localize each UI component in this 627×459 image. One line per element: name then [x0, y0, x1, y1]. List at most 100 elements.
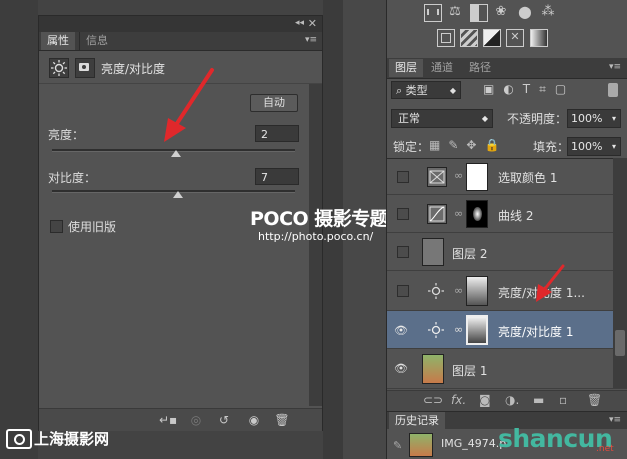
- trash-icon[interactable]: 🗑: [587, 393, 602, 407]
- legacy-checkbox[interactable]: [50, 220, 63, 233]
- layer-mask-thumbnail[interactable]: [466, 315, 488, 345]
- properties-scrollbar[interactable]: [309, 84, 322, 406]
- tab-layers[interactable]: 图层: [389, 59, 423, 77]
- posterize-icon[interactable]: [460, 29, 478, 47]
- mask-icon[interactable]: [75, 58, 95, 78]
- gradient-map-icon[interactable]: [530, 29, 548, 47]
- filter-kind-value: 类型: [405, 84, 428, 97]
- layers-footer: ⊂⊃ fx. ◙ ◑. ▬ ▫ 🗑: [387, 390, 627, 411]
- scrollbar-thumb[interactable]: [615, 330, 625, 356]
- invert-icon[interactable]: [437, 29, 455, 47]
- layers-menu-icon[interactable]: ▾≡: [609, 62, 621, 72]
- reset-icon[interactable]: ↺: [215, 412, 233, 428]
- tab-properties[interactable]: 属性: [41, 32, 75, 50]
- layer-name[interactable]: 亮度/对比度 1: [498, 323, 574, 340]
- channel-mixer-icon[interactable]: ⁂: [540, 4, 556, 20]
- color-balance-icon[interactable]: ❀: [493, 4, 509, 20]
- layers-tab-row: 图层 通道 路径 ▾≡: [387, 58, 627, 79]
- exposure-icon[interactable]: [470, 4, 488, 22]
- poco-url: http://photo.poco.cn/: [258, 230, 374, 243]
- opacity-input[interactable]: 100% ▾: [567, 109, 621, 128]
- delete-icon[interactable]: 🗑: [273, 412, 291, 428]
- tab-history[interactable]: 历史记录: [389, 412, 445, 430]
- chevron-down-icon: ▾: [611, 142, 616, 151]
- blend-mode-select[interactable]: 正常 ◆: [391, 109, 493, 128]
- layer-mask-thumbnail[interactable]: [466, 200, 488, 228]
- camera-logo-icon: [6, 429, 32, 449]
- layer-name[interactable]: 图层 1: [452, 362, 487, 379]
- opacity-label: 不透明度：: [507, 112, 568, 126]
- poco-watermark: POCO 摄影专题: [250, 208, 389, 230]
- layer-name[interactable]: 曲线 2: [498, 207, 533, 224]
- link-icon[interactable]: ∞: [454, 207, 463, 220]
- brightness-icon: [49, 58, 69, 78]
- brightness-input[interactable]: 2: [255, 125, 299, 142]
- visibility-icon[interactable]: ◉: [245, 412, 263, 428]
- tab-info[interactable]: 信息: [79, 32, 114, 50]
- add-mask-icon[interactable]: ◙: [479, 393, 491, 407]
- selective-color-icon: [427, 167, 447, 187]
- layer-thumbnail[interactable]: [422, 354, 444, 384]
- contrast-slider-thumb[interactable]: [173, 191, 184, 198]
- layer-row[interactable]: ∞ 选取颜色 1: [387, 159, 627, 195]
- close-icon[interactable]: ✕: [308, 17, 317, 30]
- link-icon[interactable]: ∞: [454, 323, 463, 336]
- history-item[interactable]: IMG_4974.p: [441, 437, 506, 450]
- tab-paths[interactable]: 路径: [463, 59, 497, 77]
- layer-thumbnail[interactable]: [422, 238, 444, 266]
- panel-menu-icon[interactable]: ▾≡: [305, 35, 317, 45]
- layer-name[interactable]: 图层 2: [452, 245, 487, 262]
- eye-icon[interactable]: 👁: [394, 362, 408, 375]
- layers-scrollbar[interactable]: [613, 158, 627, 388]
- layer-row[interactable]: ∞ 曲线 2: [387, 195, 627, 233]
- layer-filter-icons[interactable]: ▣◐T⌗▢: [483, 82, 575, 97]
- opacity-value: 100%: [571, 112, 603, 125]
- link-icon[interactable]: ∞: [454, 284, 463, 297]
- layer-mask-thumbnail[interactable]: [466, 163, 488, 191]
- layer-mask-thumbnail[interactable]: [466, 276, 488, 306]
- history-snapshot-thumbnail[interactable]: [409, 433, 433, 457]
- link-icon[interactable]: ∞: [454, 169, 463, 182]
- fx-icon[interactable]: fx.: [451, 393, 466, 407]
- brightness-label: 亮度：: [48, 128, 85, 142]
- blend-mode-value: 正常: [398, 112, 420, 125]
- clip-to-layer-icon[interactable]: ↵▪: [159, 412, 177, 428]
- workspace-left-edge: [0, 0, 38, 459]
- layer-row[interactable]: 图层 2: [387, 233, 627, 271]
- adjustment-title: 亮度/对比度: [101, 62, 166, 76]
- layer-row[interactable]: 👁 图层 1: [387, 349, 627, 389]
- group-icon[interactable]: ▬: [533, 393, 544, 407]
- photo-filter-icon[interactable]: ⬤: [517, 4, 533, 20]
- search-icon: ⌕: [396, 84, 406, 97]
- levels-icon[interactable]: [424, 4, 442, 22]
- layer-filter-select[interactable]: ⌕ 类型 ◆: [391, 81, 461, 99]
- layer-row-selected[interactable]: 👁 ∞ 亮度/对比度 1: [387, 311, 627, 349]
- curves-icon: [427, 204, 447, 224]
- contrast-input[interactable]: 7: [255, 168, 299, 185]
- visibility-toggle[interactable]: [397, 208, 409, 220]
- tab-channels[interactable]: 通道: [425, 59, 459, 77]
- fill-value: 100%: [571, 140, 603, 153]
- layer-row[interactable]: ∞ 亮度/对比度 1...: [387, 271, 627, 311]
- link-layers-icon[interactable]: ⊂⊃: [423, 393, 443, 407]
- visibility-toggle[interactable]: [397, 285, 409, 297]
- filter-toggle-icon[interactable]: [608, 83, 618, 97]
- new-layer-icon[interactable]: ▫: [559, 393, 567, 407]
- legacy-label: 使用旧版: [68, 220, 117, 234]
- threshold-icon[interactable]: [483, 29, 501, 47]
- visibility-toggle[interactable]: [397, 246, 409, 258]
- selective-color-icon[interactable]: ✕: [506, 29, 524, 47]
- properties-tab-row: 属性 信息 ▾≡: [39, 32, 322, 51]
- brightness-slider-thumb[interactable]: [170, 150, 181, 157]
- brush-icon[interactable]: ✎: [393, 439, 402, 452]
- eye-icon[interactable]: 👁: [394, 324, 408, 337]
- visibility-toggle[interactable]: [397, 171, 409, 183]
- collapse-icon[interactable]: ◂◂: [295, 18, 304, 28]
- balance-icon[interactable]: ⚖: [447, 4, 463, 20]
- adjustment-layer-icon[interactable]: ◑.: [505, 393, 519, 407]
- view-previous-icon[interactable]: ◎: [187, 412, 205, 428]
- layer-name[interactable]: 选取颜色 1: [498, 169, 557, 186]
- fill-input[interactable]: 100% ▾: [567, 137, 621, 156]
- lock-icons[interactable]: ▦✎✥🔒: [429, 138, 507, 152]
- auto-button[interactable]: 自动: [250, 94, 298, 112]
